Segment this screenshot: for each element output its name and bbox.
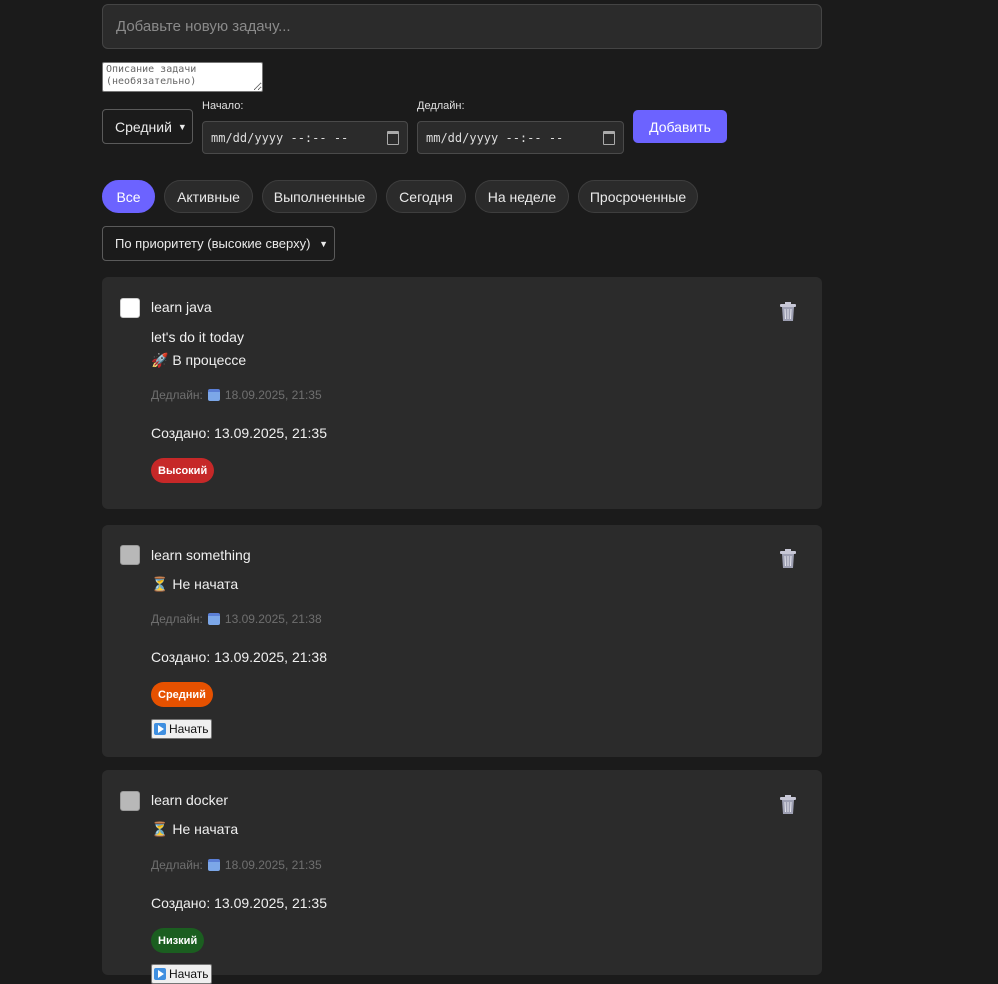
start-date-label: Начало: bbox=[202, 100, 244, 112]
calendar-icon[interactable] bbox=[603, 130, 615, 145]
task-complete-checkbox[interactable] bbox=[120, 791, 140, 811]
task-deadline-label: Дедлайн: bbox=[151, 858, 203, 872]
deadline-date-value: mm/dd/yyyy --:-- -- bbox=[426, 130, 564, 145]
chevron-down-icon: ▼ bbox=[177, 121, 187, 132]
chevron-down-icon: ▼ bbox=[319, 238, 328, 249]
new-task-input[interactable] bbox=[102, 4, 822, 49]
task-deadline: Дедлайн: 13.09.2025, 21:38 bbox=[151, 612, 322, 626]
filter-active[interactable]: Активные bbox=[164, 180, 253, 213]
calendar-icon bbox=[207, 613, 220, 625]
task-description: let's do it today bbox=[151, 329, 244, 345]
task-created: Создано: 13.09.2025, 21:35 bbox=[151, 895, 327, 911]
task-deadline-value: 13.09.2025, 21:38 bbox=[224, 612, 322, 626]
start-task-label: Начать bbox=[169, 722, 209, 736]
trash-icon[interactable] bbox=[779, 549, 797, 569]
hourglass-icon: ⏳ bbox=[151, 821, 169, 837]
task-deadline-value: 18.09.2025, 21:35 bbox=[224, 858, 322, 872]
task-created: Создано: 13.09.2025, 21:35 bbox=[151, 425, 327, 441]
task-card: learn something ⏳ Не начата Дедлайн: 13.… bbox=[102, 525, 822, 757]
task-status-label: В процессе bbox=[172, 352, 247, 368]
filter-completed[interactable]: Выполненные bbox=[262, 180, 377, 213]
start-date-input[interactable]: mm/dd/yyyy --:-- -- bbox=[202, 121, 408, 154]
sort-select[interactable]: По приоритету (высокие сверху) ▼ bbox=[102, 226, 335, 261]
task-status-label: Не начата bbox=[172, 576, 239, 592]
task-status: ⏳ Не начата bbox=[151, 821, 238, 838]
add-task-button[interactable]: Добавить bbox=[633, 110, 727, 143]
task-complete-checkbox[interactable] bbox=[120, 298, 140, 318]
filter-week[interactable]: На неделе bbox=[475, 180, 569, 213]
task-deadline: Дедлайн: 18.09.2025, 21:35 bbox=[151, 858, 322, 872]
start-task-button[interactable]: Начать bbox=[151, 964, 212, 984]
priority-badge: Высокий bbox=[151, 458, 215, 483]
deadline-date-input[interactable]: mm/dd/yyyy --:-- -- bbox=[417, 121, 624, 154]
sort-select-value: По приоритету (высокие сверху) bbox=[115, 236, 311, 251]
priority-select[interactable]: Средний ▼ bbox=[102, 109, 193, 144]
task-deadline-label: Дедлайн: bbox=[151, 388, 203, 402]
calendar-icon[interactable] bbox=[387, 130, 399, 145]
task-card: learn java let's do it today 🚀 В процесс… bbox=[102, 277, 822, 509]
task-deadline: Дедлайн: 18.09.2025, 21:35 bbox=[151, 388, 322, 402]
task-title: learn java bbox=[151, 299, 212, 315]
task-deadline-value: 18.09.2025, 21:35 bbox=[224, 388, 322, 402]
task-status-label: Не начата bbox=[172, 821, 239, 837]
priority-badge: Низкий bbox=[151, 928, 205, 953]
priority-badge: Средний bbox=[151, 682, 213, 707]
priority-select-value: Средний bbox=[115, 118, 172, 135]
hourglass-icon: ⏳ bbox=[151, 576, 169, 592]
task-card: learn docker ⏳ Не начата Дедлайн: 18.09.… bbox=[102, 770, 822, 984]
task-deadline-label: Дедлайн: bbox=[151, 612, 203, 626]
task-created: Создано: 13.09.2025, 21:38 bbox=[151, 649, 327, 665]
rocket-icon: 🚀 bbox=[151, 352, 169, 368]
start-date-value: mm/dd/yyyy --:-- -- bbox=[211, 130, 349, 145]
trash-icon[interactable] bbox=[779, 302, 797, 322]
filter-all[interactable]: Все bbox=[102, 180, 155, 213]
task-complete-checkbox[interactable] bbox=[120, 545, 140, 565]
filter-today[interactable]: Сегодня bbox=[386, 180, 466, 213]
filter-overdue[interactable]: Просроченные bbox=[578, 180, 698, 213]
calendar-icon bbox=[207, 859, 220, 871]
task-title: learn docker bbox=[151, 792, 229, 808]
task-status: 🚀 В процессе bbox=[151, 352, 246, 369]
deadline-date-label: Дедлайн: bbox=[417, 100, 465, 112]
play-icon bbox=[154, 723, 166, 735]
play-icon bbox=[154, 968, 166, 980]
calendar-icon bbox=[207, 389, 220, 401]
task-description-field[interactable] bbox=[102, 62, 263, 92]
task-status: ⏳ Не начата bbox=[151, 576, 238, 593]
task-title: learn something bbox=[151, 547, 251, 563]
start-task-label: Начать bbox=[169, 967, 209, 981]
trash-icon[interactable] bbox=[779, 795, 797, 815]
start-task-button[interactable]: Начать bbox=[151, 719, 212, 739]
